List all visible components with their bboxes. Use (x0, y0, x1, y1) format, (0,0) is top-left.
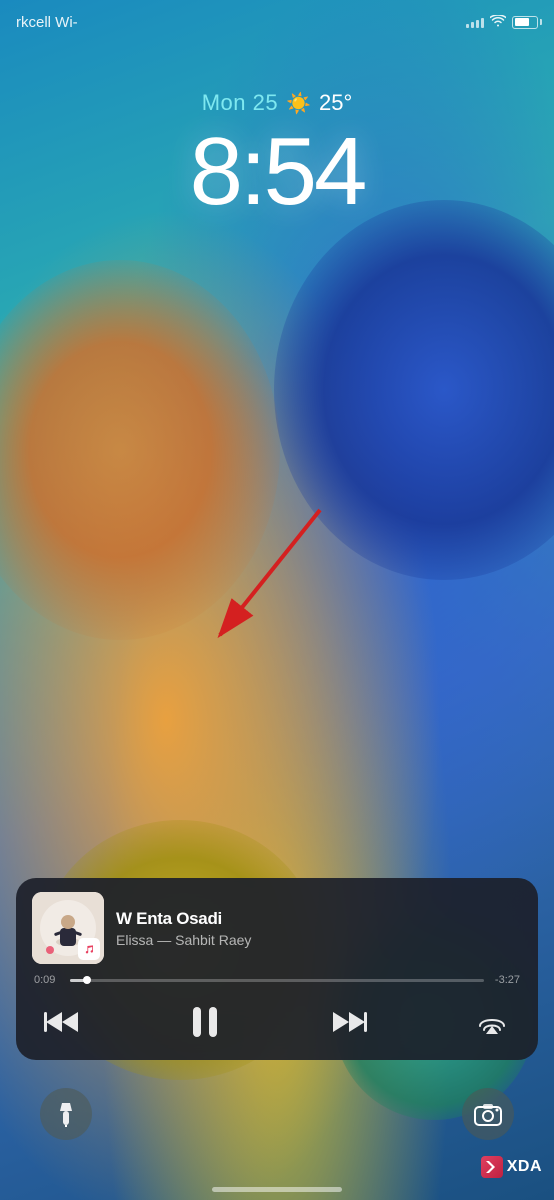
lock-content: Mon 25 ☀️ 25° 8:54 (0, 90, 554, 220)
status-right (466, 14, 538, 30)
fast-forward-button[interactable] (327, 1000, 371, 1044)
music-top-row: W Enta Osadi Elissa — Sahbit Raey (32, 892, 522, 964)
airplay-button[interactable] (470, 1000, 514, 1044)
album-art (32, 892, 104, 964)
xda-text: XDA (507, 1158, 542, 1176)
apple-music-badge (78, 938, 100, 960)
date-text: Mon 25 (202, 90, 278, 116)
rewind-button[interactable] (40, 1000, 84, 1044)
date-weather: Mon 25 ☀️ 25° (202, 90, 353, 116)
time-display: 8:54 (190, 124, 365, 220)
signal-icon (466, 16, 484, 28)
home-indicator[interactable] (212, 1187, 342, 1192)
battery-fill (515, 18, 530, 26)
progress-bar[interactable] (70, 979, 484, 982)
temperature-text: 25° (319, 90, 352, 116)
music-player-widget: W Enta Osadi Elissa — Sahbit Raey 0:09 -… (16, 878, 538, 1060)
weather-icon: ☀️ (286, 91, 311, 116)
annotation-arrow (160, 480, 360, 680)
remaining-time: -3:27 (492, 974, 520, 986)
signal-bar-1 (466, 24, 469, 28)
signal-bar-3 (476, 20, 479, 28)
bottom-controls (0, 1088, 554, 1140)
song-artist: Elissa — Sahbit Raey (116, 932, 522, 948)
wifi-icon (490, 14, 506, 30)
status-bar: rkcell Wi- (0, 0, 554, 44)
carrier-text: rkcell Wi- (16, 14, 78, 31)
signal-bar-4 (481, 18, 484, 28)
flashlight-button[interactable] (40, 1088, 92, 1140)
battery-icon (512, 16, 538, 29)
xda-logo-icon (481, 1156, 503, 1178)
xda-watermark: XDA (481, 1156, 542, 1178)
playback-controls (32, 1000, 522, 1044)
progress-bar-container[interactable]: 0:09 -3:27 (32, 974, 522, 986)
camera-button[interactable] (462, 1088, 514, 1140)
progress-scrubber[interactable] (83, 976, 91, 984)
album-art-background (32, 892, 104, 964)
music-info: W Enta Osadi Elissa — Sahbit Raey (116, 909, 522, 948)
signal-bar-2 (471, 22, 474, 28)
current-time: 0:09 (34, 974, 62, 986)
song-title: W Enta Osadi (116, 909, 522, 929)
pause-button[interactable] (183, 1000, 227, 1044)
